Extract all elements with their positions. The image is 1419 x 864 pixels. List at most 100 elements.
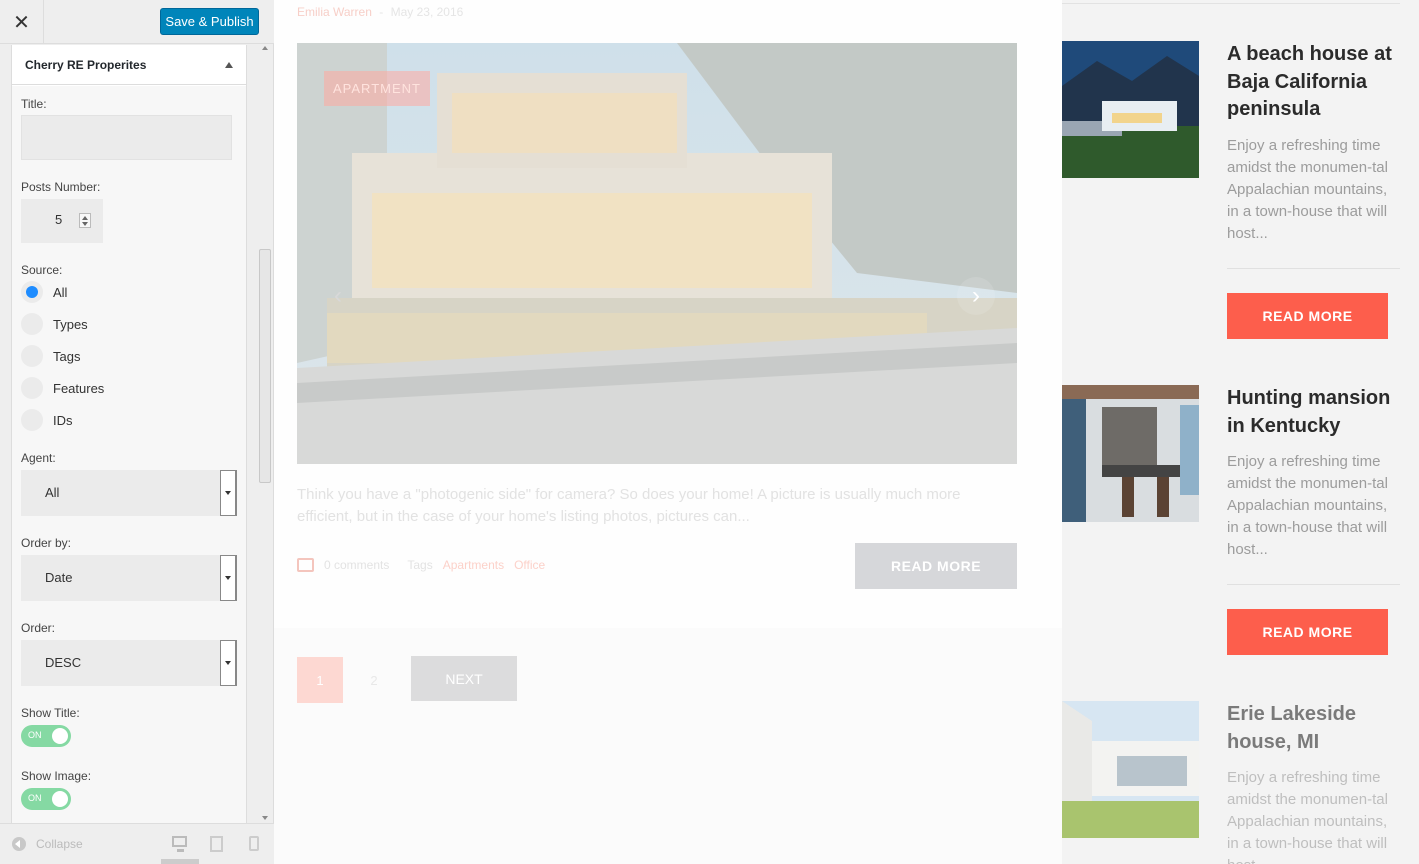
desktop-preview-icon[interactable]: [172, 836, 187, 852]
main-column: Emilia Warren - May 23, 2016 APARTMENT ‹…: [274, 0, 1062, 864]
radio-label: Features: [53, 380, 105, 396]
scroll-down-icon[interactable]: [262, 816, 268, 820]
title-input[interactable]: [21, 115, 232, 160]
source-label: Source:: [21, 263, 63, 277]
collapse-label: Collapse: [36, 837, 83, 851]
radio-label: Types: [53, 316, 88, 332]
radio-icon[interactable]: [21, 345, 43, 367]
slider-next-icon[interactable]: ›: [957, 277, 995, 315]
widget-form: Title: Posts Number: 5 Source: All Types…: [12, 86, 246, 823]
post-image-slider[interactable]: APARTMENT ‹ ›: [297, 43, 1017, 464]
dropdown-arrow-icon[interactable]: [220, 640, 236, 686]
meta-separator: -: [379, 5, 384, 19]
save-publish-button[interactable]: Save & Publish: [160, 8, 259, 35]
read-more-button[interactable]: READ MORE: [855, 543, 1017, 589]
property-excerpt: Enjoy a refreshing time amidst the monum…: [1227, 453, 1388, 558]
order-by-label: Order by:: [21, 536, 72, 550]
page-link[interactable]: 2: [351, 657, 397, 703]
agent-label: Agent:: [21, 451, 56, 465]
customizer-footer: Collapse: [0, 823, 274, 864]
category-badge[interactable]: APARTMENT: [324, 71, 430, 106]
page-link-current[interactable]: 1: [297, 657, 343, 703]
widget-panel: Cherry RE Properites Title: Posts Number…: [11, 45, 247, 823]
toggle-knob: [52, 728, 68, 744]
post-excerpt: Think you have a "photogenic side" for c…: [297, 486, 961, 525]
toggle-state: ON: [28, 730, 42, 740]
tags-label: Tags: [407, 558, 433, 572]
order-select[interactable]: DESC: [21, 640, 237, 686]
read-more-button[interactable]: READ MORE: [1227, 609, 1388, 655]
stepper-arrows-icon[interactable]: [79, 213, 91, 228]
scroll-thumb[interactable]: [259, 249, 271, 483]
source-radio-features[interactable]: Features: [21, 375, 104, 401]
radio-icon[interactable]: [21, 377, 43, 399]
active-device-indicator: [161, 859, 199, 864]
house-photo: [297, 43, 1017, 464]
collapse-icon: [12, 837, 26, 851]
beach-house-image: [1062, 41, 1199, 178]
property-thumbnail[interactable]: [1062, 41, 1199, 178]
agent-select[interactable]: All: [21, 470, 237, 516]
post-footer-meta: 0 comments Tags Apartments Office: [297, 558, 545, 572]
post-author[interactable]: Emilia Warren: [297, 5, 372, 19]
source-radio-tags[interactable]: Tags: [21, 343, 80, 369]
dropdown-arrow-icon[interactable]: [220, 470, 236, 516]
posts-number-stepper[interactable]: 5: [21, 199, 103, 243]
caret-up-icon[interactable]: [225, 61, 233, 68]
source-radio-types[interactable]: Types: [21, 311, 88, 337]
agent-value: All: [45, 485, 60, 500]
read-more-button[interactable]: READ MORE: [1227, 293, 1388, 339]
properties-sidebar: A beach house at Baja California peninsu…: [1062, 0, 1419, 864]
show-title-toggle[interactable]: ON: [21, 725, 71, 747]
property-thumbnail[interactable]: [1062, 701, 1199, 838]
radio-label: All: [53, 284, 68, 300]
order-by-select[interactable]: Date: [21, 555, 237, 601]
order-value: DESC: [45, 655, 82, 670]
lakeside-house-image: [1062, 701, 1199, 838]
property-title[interactable]: Hunting mansion in Kentucky: [1227, 385, 1402, 440]
posts-number-value: 5: [55, 212, 63, 227]
source-radio-all[interactable]: All: [21, 279, 67, 305]
radio-label: Tags: [53, 348, 81, 364]
show-image-label: Show Image:: [21, 769, 92, 783]
post-meta: Emilia Warren - May 23, 2016: [297, 5, 463, 19]
post-card: Emilia Warren - May 23, 2016 APARTMENT ‹…: [274, 0, 1062, 628]
scroll-up-icon[interactable]: [262, 46, 268, 50]
mobile-preview-icon[interactable]: [249, 836, 259, 851]
radio-icon[interactable]: [21, 313, 43, 335]
customizer-header: ✕ Save & Publish: [0, 0, 274, 44]
divider: [1227, 584, 1400, 585]
toggle-state: ON: [28, 793, 42, 803]
show-image-toggle[interactable]: ON: [21, 788, 71, 810]
property-excerpt: Enjoy a refreshing time amidst the monum…: [1227, 769, 1388, 864]
panel-scrollbar[interactable]: [258, 44, 272, 822]
property-thumbnail[interactable]: [1062, 385, 1199, 522]
divider: [1062, 3, 1400, 4]
tag-link[interactable]: Apartments: [443, 558, 504, 572]
show-title-label: Show Title:: [21, 706, 80, 720]
widget-title: Cherry RE Properites: [25, 57, 147, 72]
dropdown-arrow-icon[interactable]: [220, 555, 236, 601]
widget-header[interactable]: Cherry RE Properites: [12, 45, 246, 85]
slider-prev-icon[interactable]: ‹: [319, 277, 357, 315]
close-icon[interactable]: ✕: [0, 0, 44, 44]
property-title[interactable]: Erie Lakeside house, MI: [1227, 701, 1402, 756]
tablet-preview-icon[interactable]: [210, 836, 223, 852]
comments-count[interactable]: 0 comments: [324, 558, 389, 572]
post-date: May 23, 2016: [390, 5, 464, 19]
source-radio-ids[interactable]: IDs: [21, 407, 73, 433]
radio-icon[interactable]: [21, 409, 43, 431]
posts-number-label: Posts Number:: [21, 180, 101, 194]
order-label: Order:: [21, 621, 56, 635]
divider: [1227, 268, 1400, 269]
order-by-value: Date: [45, 570, 73, 585]
radio-checked-icon[interactable]: [21, 281, 43, 303]
collapse-button[interactable]: Collapse: [12, 837, 83, 851]
comment-icon: [297, 558, 314, 572]
tag-link[interactable]: Office: [514, 558, 545, 572]
property-title[interactable]: A beach house at Baja California peninsu…: [1227, 41, 1402, 124]
property-excerpt: Enjoy a refreshing time amidst the monum…: [1227, 137, 1388, 242]
mansion-interior-image: [1062, 385, 1199, 522]
site-preview: Emilia Warren - May 23, 2016 APARTMENT ‹…: [274, 0, 1419, 864]
next-page-button[interactable]: NEXT: [411, 656, 517, 701]
